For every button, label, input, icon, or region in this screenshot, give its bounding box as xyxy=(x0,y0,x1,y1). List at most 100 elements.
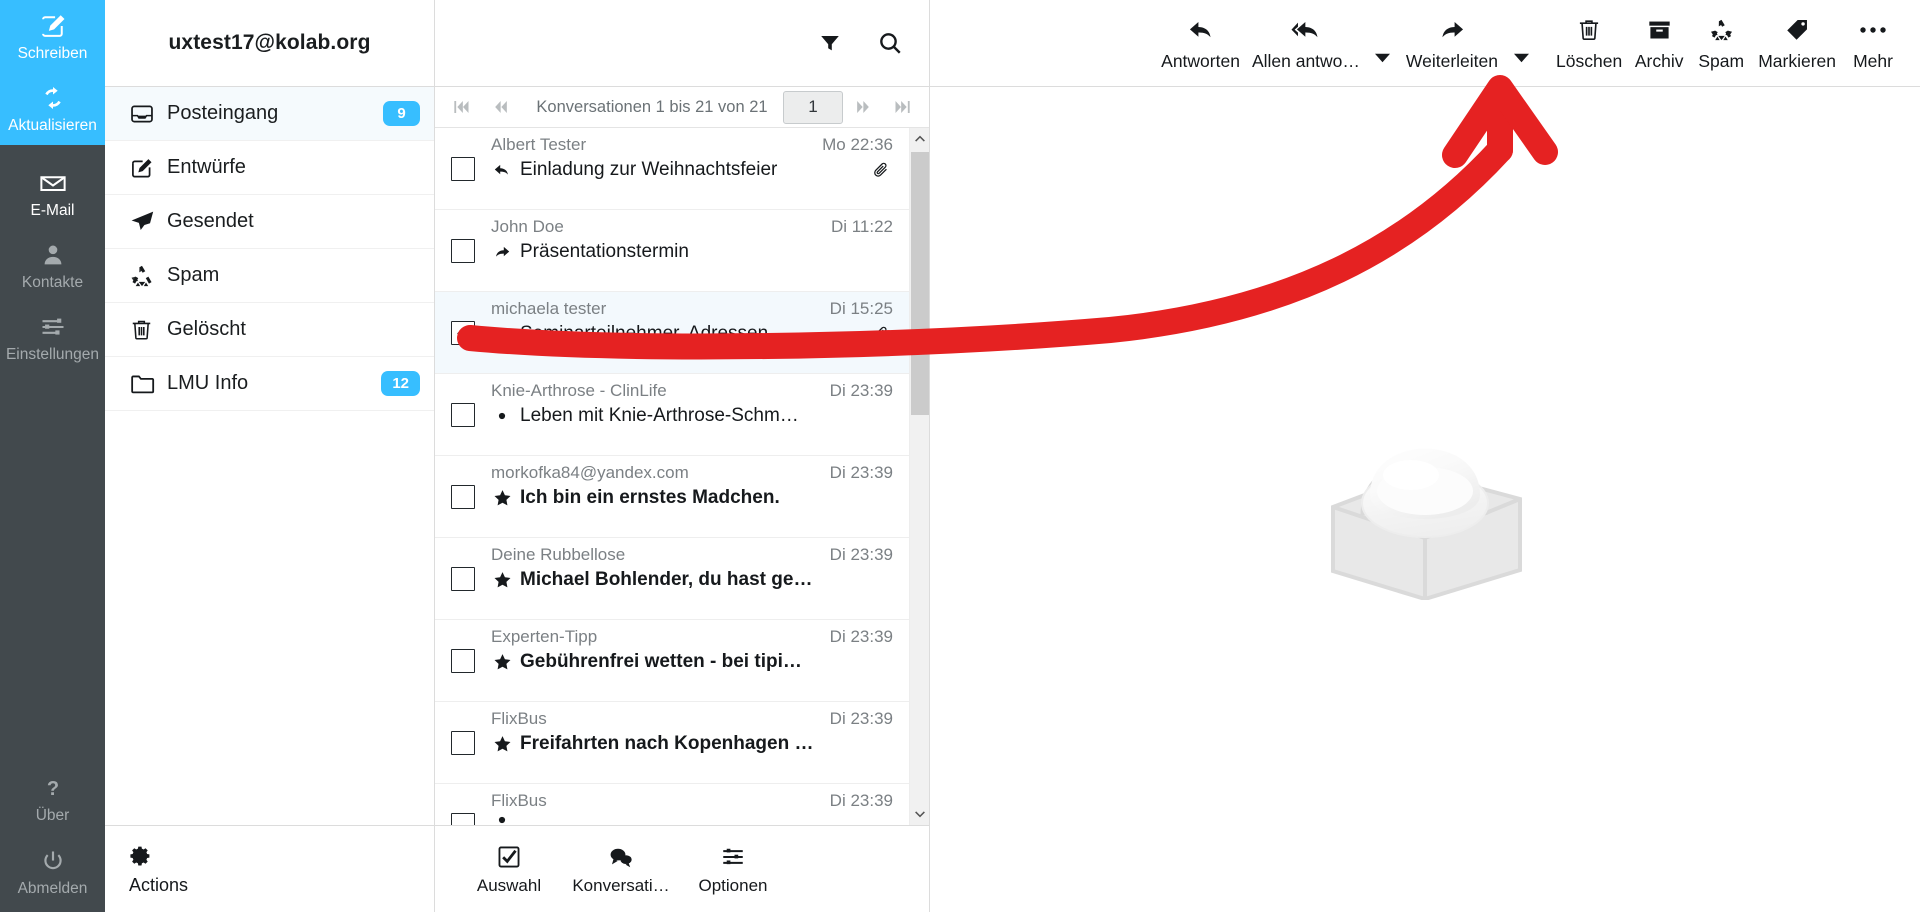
folder-label: Gelöscht xyxy=(167,318,246,340)
table-row[interactable]: Experten-Tipp Di 23:39 Gebührenfrei wett… xyxy=(435,620,909,702)
row-sender: FlixBus xyxy=(491,791,547,810)
row-checkbox[interactable] xyxy=(435,702,491,783)
table-row[interactable]: John Doe Di 11:22 Präsentationstermin xyxy=(435,210,909,292)
chevron-down-icon-forward[interactable] xyxy=(1504,23,1538,63)
folder-item-gesendet[interactable]: Gesendet xyxy=(105,195,434,249)
table-row[interactable]: morkofka84@yandex.com Di 23:39 Ich bin e… xyxy=(435,456,909,538)
last-page-icon[interactable] xyxy=(883,90,923,124)
message-list-panel: Konversationen 1 bis 21 von 21 1 Albert … xyxy=(435,0,930,912)
toolbar-button-delete[interactable]: Löschen xyxy=(1550,15,1628,72)
page-number-input[interactable] xyxy=(783,90,843,124)
filter-icon[interactable] xyxy=(813,26,847,60)
row-checkbox[interactable] xyxy=(435,456,491,537)
row-top: Albert Tester Mo 22:36 xyxy=(491,135,893,155)
options-button[interactable]: Optionen xyxy=(677,843,789,896)
taskmenu-item-contacts[interactable]: Kontakte xyxy=(0,229,105,301)
folder-item-lmu-info[interactable]: LMU Info 12 xyxy=(105,357,434,411)
row-bottom: Gebührenfrei wetten - bei tipi… xyxy=(491,651,893,673)
taskmenu-spacer xyxy=(0,373,105,762)
row-subject: Einladung zur Weihnachtsfeier xyxy=(520,159,778,180)
taskmenu-item-refresh[interactable]: Aktualisieren xyxy=(0,72,105,145)
table-row[interactable]: Albert Tester Mo 22:36 Einladung zur Wei… xyxy=(435,128,909,210)
taskmenu-label: Über xyxy=(35,807,70,825)
row-sender: FlixBus xyxy=(491,709,547,728)
taskmenu: Schreiben Aktualisieren E-Mail Kontakte … xyxy=(0,0,105,912)
row-content: morkofka84@yandex.com Di 23:39 Ich bin e… xyxy=(491,456,909,537)
row-top: Experten-Tipp Di 23:39 xyxy=(491,627,893,647)
prev-page-icon[interactable] xyxy=(481,90,521,124)
toolbar-button-junk[interactable]: Spam xyxy=(1690,15,1752,72)
row-top: FlixBus Di 23:39 xyxy=(491,791,893,811)
checkbox-unchecked-icon xyxy=(451,812,475,825)
row-checkbox[interactable] xyxy=(435,784,491,825)
folder-sidebar-footer: Actions xyxy=(105,825,434,912)
unread-dot-icon xyxy=(491,411,513,421)
row-sender: Knie-Arthrose - ClinLife xyxy=(491,381,667,400)
taskmenu-label: E-Mail xyxy=(30,201,75,219)
folder-item-posteingang[interactable]: Posteingang 9 xyxy=(105,87,434,141)
scroll-up-icon[interactable] xyxy=(910,128,929,150)
folder-unread-badge: 12 xyxy=(381,371,420,396)
row-checkbox[interactable] xyxy=(435,128,491,209)
actions-button[interactable]: Actions xyxy=(129,842,188,896)
toolbar-button-archive[interactable]: Archiv xyxy=(1628,15,1690,72)
folder-item-spam[interactable]: Spam xyxy=(105,249,434,303)
row-checkbox[interactable] xyxy=(435,538,491,619)
next-page-icon[interactable] xyxy=(843,90,883,124)
gear-icon xyxy=(129,842,153,870)
ellipsis-icon xyxy=(1858,15,1888,45)
selection-button[interactable]: Auswahl xyxy=(453,843,565,896)
row-checkbox[interactable] xyxy=(435,210,491,291)
draft-icon xyxy=(129,155,167,181)
search-icon[interactable] xyxy=(873,26,907,60)
toolbar-label: Löschen xyxy=(1556,50,1623,71)
row-checkbox[interactable] xyxy=(435,374,491,455)
row-subject: Freifahrten nach Kopenhagen … xyxy=(520,733,814,754)
power-icon xyxy=(40,846,66,876)
checkbox-unchecked-icon xyxy=(451,484,475,509)
folder-item-geloescht[interactable]: Gelöscht xyxy=(105,303,434,357)
taskmenu-item-logout[interactable]: Abmelden xyxy=(0,835,105,912)
toolbar-button-reply[interactable]: Antworten xyxy=(1155,15,1246,72)
scrollbar-thumb[interactable] xyxy=(911,152,929,415)
options-icon xyxy=(720,843,746,871)
toolbar-button-forward[interactable]: Weiterleiten xyxy=(1400,15,1504,72)
sliders-icon xyxy=(39,312,67,342)
attachment-icon xyxy=(871,161,893,180)
toolbar-button-more[interactable]: Mehr xyxy=(1842,15,1904,72)
taskmenu-item-settings[interactable]: Einstellungen xyxy=(0,301,105,373)
conversation-button[interactable]: Konversati… xyxy=(565,843,677,896)
table-row[interactable]: FlixBus Di 23:39 xyxy=(435,784,909,825)
toolbar-button-reply-all[interactable]: Allen antwo… xyxy=(1246,15,1366,72)
table-row[interactable]: FlixBus Di 23:39 Freifahrten nach Kopenh… xyxy=(435,702,909,784)
toolbar-button-mark[interactable]: Markieren xyxy=(1752,15,1842,72)
forwarded-icon xyxy=(491,243,513,261)
message-list-scrollbar[interactable] xyxy=(909,128,929,825)
attachment-icon xyxy=(871,325,893,344)
taskmenu-item-about[interactable]: ? Über xyxy=(0,762,105,834)
taskmenu-item-compose[interactable]: Schreiben xyxy=(0,0,105,73)
first-page-icon[interactable] xyxy=(441,90,481,124)
junk-icon xyxy=(1708,15,1735,45)
row-bottom xyxy=(491,815,893,825)
message-list-footer: Auswahl Konversati… Optionen xyxy=(435,825,929,912)
selection-label: Auswahl xyxy=(476,875,542,895)
checkbox-checked-icon xyxy=(451,320,475,345)
checkbox-unchecked-icon xyxy=(451,238,475,263)
row-checkbox[interactable] xyxy=(435,620,491,701)
table-row[interactable]: Deine Rubbellose Di 23:39 Michael Bohlen… xyxy=(435,538,909,620)
chevron-down-icon-reply-all[interactable] xyxy=(1366,23,1400,63)
folder-icon xyxy=(129,370,167,397)
folder-item-entwuerfe[interactable]: Entwürfe xyxy=(105,141,434,195)
scroll-down-icon[interactable] xyxy=(910,803,929,825)
checkbox-unchecked-icon xyxy=(451,156,475,181)
table-row[interactable]: Knie-Arthrose - ClinLife Di 23:39 Leben … xyxy=(435,374,909,456)
toolbar-label: Allen antwo… xyxy=(1251,50,1360,71)
taskmenu-item-mail[interactable]: E-Mail xyxy=(0,157,105,229)
replied-icon xyxy=(491,161,513,179)
table-row[interactable]: michaela tester Di 15:25 Seminarteilnehm… xyxy=(435,292,909,374)
folder-label: Spam xyxy=(167,264,220,286)
archive-icon xyxy=(1646,15,1673,45)
row-subject: Ich bin ein ernstes Madchen. xyxy=(520,487,780,508)
row-checkbox[interactable] xyxy=(435,292,491,373)
